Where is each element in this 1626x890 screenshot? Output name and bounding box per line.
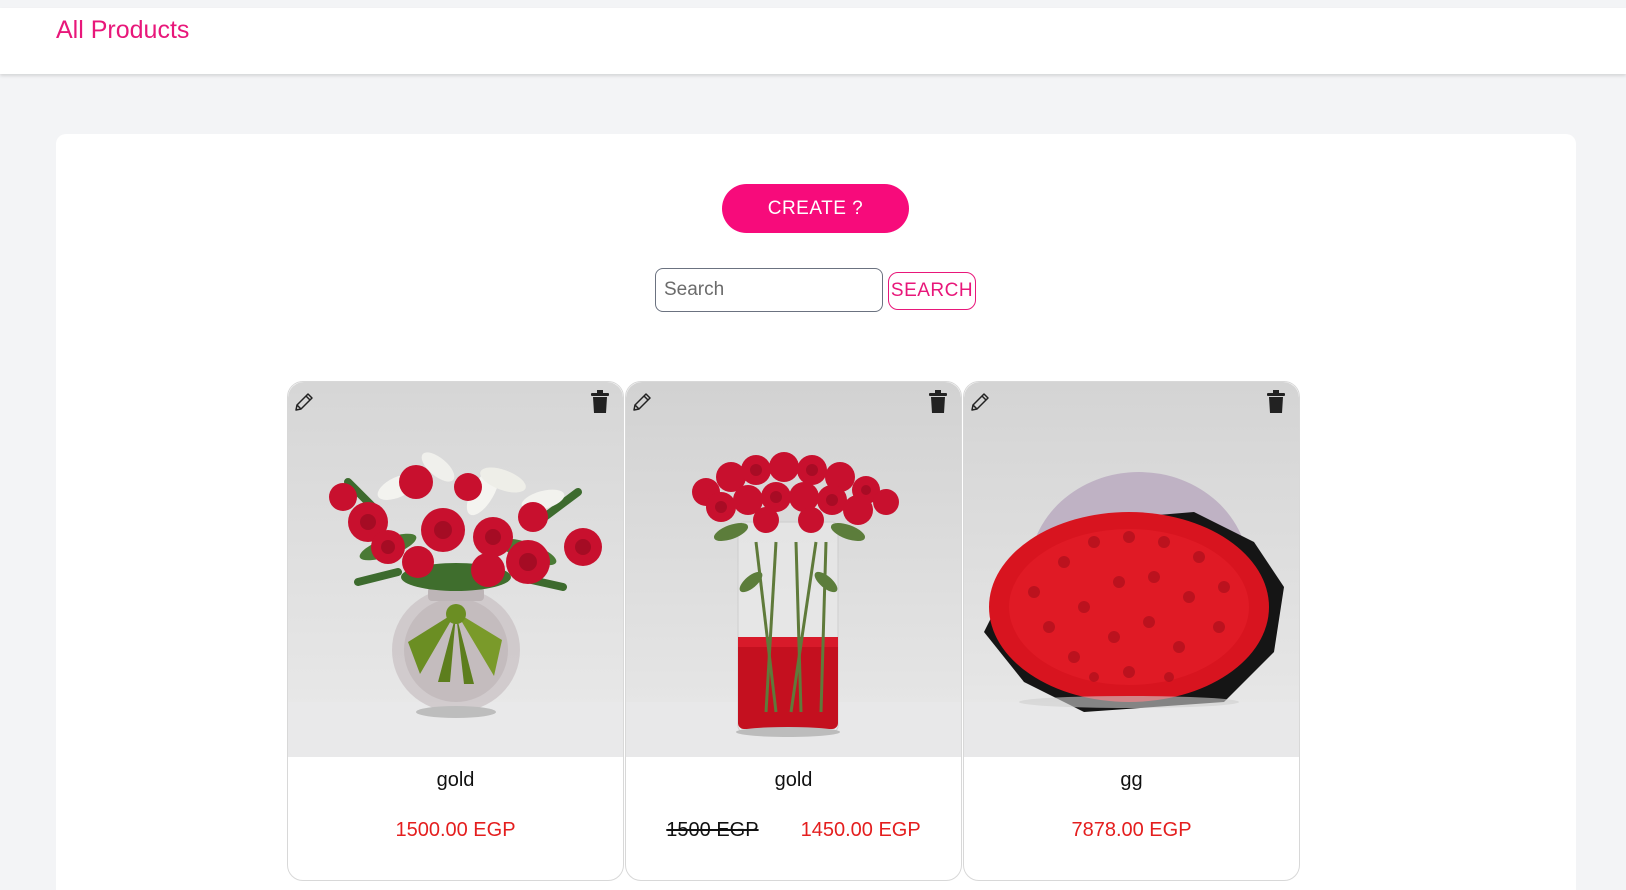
page-title: All Products [56, 16, 190, 44]
product-image-roses-vase [626, 382, 961, 757]
price-row: 1500.00 EGP [288, 819, 623, 842]
search-input[interactable] [655, 268, 883, 312]
product-card[interactable]: gold 1500 EGP 1450.00 EGP [625, 381, 962, 881]
page-header: All Products [0, 8, 1626, 74]
product-old-price: 1500 EGP [666, 819, 759, 841]
trash-icon[interactable] [925, 388, 951, 416]
pencil-icon[interactable] [291, 388, 317, 416]
browser-strip [0, 0, 1626, 8]
product-price: 1450.00 EGP [800, 819, 921, 841]
create-button[interactable]: CREATE ? [722, 184, 909, 233]
products-panel: CREATE ? SEARCH [56, 134, 1576, 890]
search-button[interactable]: SEARCH [888, 272, 976, 310]
product-price: 1500.00 EGP [395, 819, 516, 841]
product-name: gold [774, 769, 813, 791]
price-row: 1500 EGP 1450.00 EGP [626, 819, 961, 842]
product-name: gg [1120, 769, 1143, 791]
product-name: gold [436, 769, 475, 791]
pencil-icon[interactable] [629, 388, 655, 416]
product-card[interactable]: gg 7878.00 EGP [963, 381, 1300, 881]
product-image-rose-bouquet [964, 382, 1299, 757]
trash-icon[interactable] [1263, 388, 1289, 416]
product-image-roses-lilies [288, 382, 623, 757]
product-price: 7878.00 EGP [1071, 819, 1192, 841]
trash-icon[interactable] [587, 388, 613, 416]
pencil-icon[interactable] [967, 388, 993, 416]
price-row: 7878.00 EGP [964, 819, 1299, 842]
product-card[interactable]: gold 1500.00 EGP [287, 381, 624, 881]
